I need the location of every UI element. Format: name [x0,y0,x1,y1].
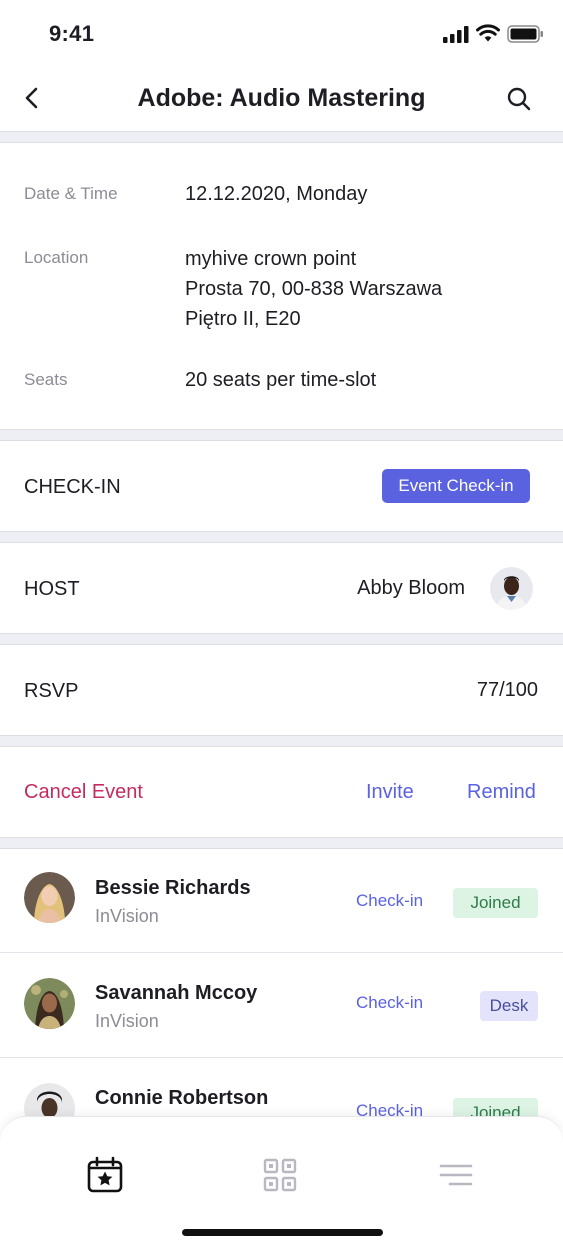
menu-icon[interactable] [436,1155,476,1195]
rsvp-label: RSVP [24,680,79,702]
date-time-label: Date & Time [24,184,118,203]
attendee-avatar [24,978,75,1029]
wifi-icon [476,24,500,42]
section-divider [0,837,563,849]
status-time: 9:41 [49,21,95,46]
signal-icon [443,26,469,43]
checkin-label: CHECK-IN [24,476,121,498]
nav-bar: Adobe: Audio Mastering [0,66,563,132]
calendar-star-icon[interactable] [85,1155,125,1195]
location-line-3: Piętro II, E20 [185,308,301,330]
attendee-name: Bessie Richards [95,877,251,899]
event-checkin-button[interactable]: Event Check-in [382,469,530,503]
host-label: HOST [24,578,80,600]
section-divider [0,735,563,747]
location-label: Location [24,248,89,267]
remind-button[interactable]: Remind [467,781,536,804]
attendee-org: InVision [95,906,159,926]
invite-button[interactable]: Invite [366,781,414,804]
section-divider [0,429,563,441]
page-title: Adobe: Audio Mastering [137,84,426,112]
attendee-name: Savannah Mccoy [95,982,258,1004]
attendee-checkin-link[interactable]: Check-in [356,993,423,1013]
attendee-name: Connie Robertson [95,1087,269,1109]
home-indicator [182,1229,383,1236]
location-line-2: Prosta 70, 00-838 Warszawa [185,278,443,300]
section-divider [0,131,563,143]
attendee-org: InVision [95,1011,159,1031]
attendee-checkin-link[interactable]: Check-in [356,891,423,911]
cancel-event-button[interactable]: Cancel Event [24,781,143,804]
search-icon[interactable] [504,84,534,114]
status-badge: Joined [453,888,538,918]
qr-grid-icon[interactable] [260,1155,300,1195]
host-avatar[interactable] [490,567,533,610]
host-name: Abby Bloom [357,577,465,599]
row-divider [0,952,563,953]
seats-label: Seats [24,370,68,389]
row-divider [0,1057,563,1058]
status-bar: 9:41 [0,0,563,66]
date-time-value: 12.12.2020, Monday [185,183,368,205]
rsvp-count: 77/100 [476,679,538,701]
battery-icon [507,25,543,43]
section-divider [0,633,563,645]
location-line-1: myhive crown point [185,248,357,270]
seats-value: 20 seats per time-slot [185,369,377,391]
attendee-avatar [24,872,75,923]
section-divider [0,531,563,543]
status-badge: Desk [480,991,538,1021]
